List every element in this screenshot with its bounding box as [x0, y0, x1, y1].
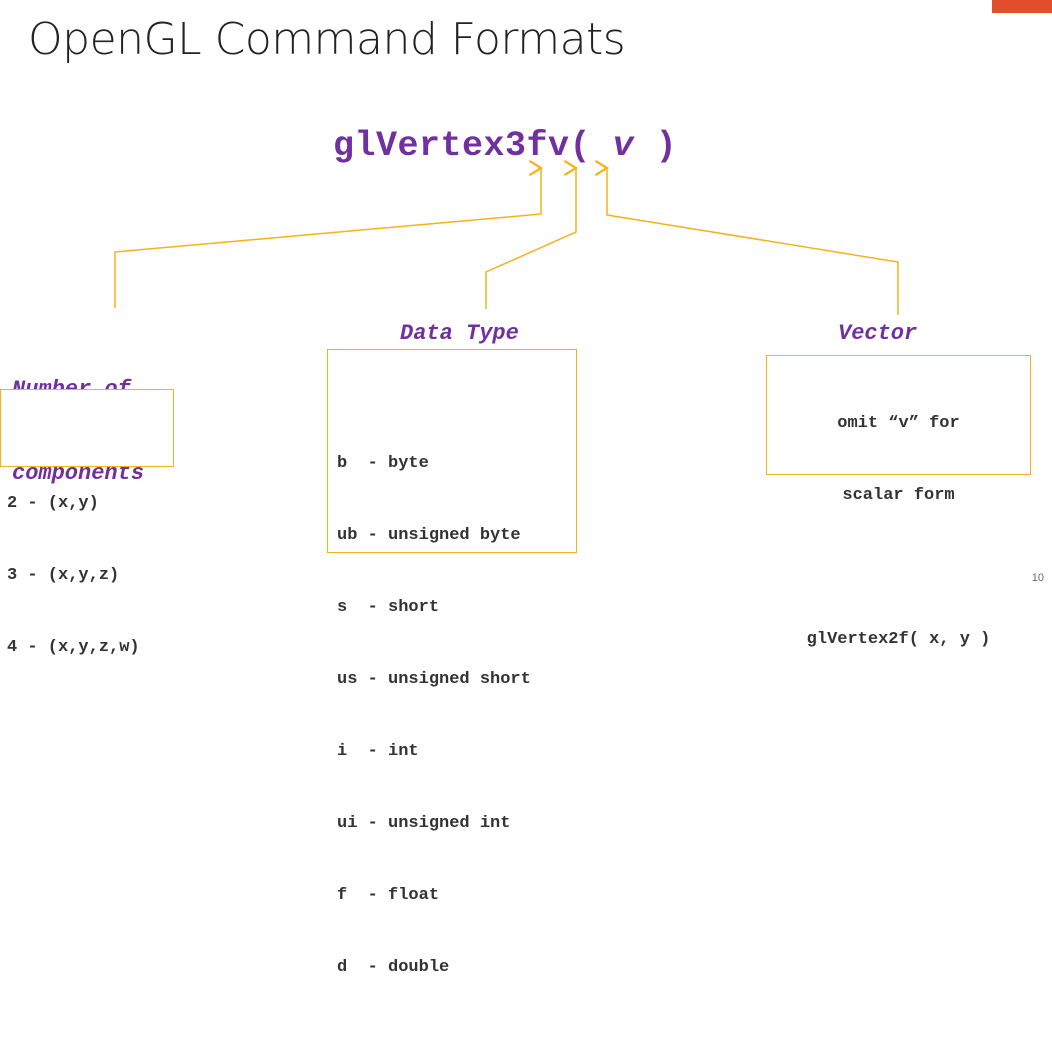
data-type-item: ub - unsigned byte: [337, 526, 521, 545]
vector-example: glVertex2f( x, y ): [806, 630, 991, 649]
data-type-item: f - float: [337, 886, 440, 905]
data-type-box: b - byte ub - unsigned byte s - short us…: [327, 349, 577, 977]
data-type-item: b - byte: [337, 454, 429, 473]
page-number: 10: [1031, 572, 1044, 584]
components-item: 3 - (x,y,z): [7, 566, 120, 585]
vector-note-line1: omit “v” for: [837, 414, 960, 433]
data-type-item: i - int: [337, 742, 419, 761]
vector-box: omit “v” for scalar form glVertex2f( x, …: [766, 355, 1031, 649]
data-type-connector: [485, 168, 576, 309]
vector-note-line2: scalar form: [842, 486, 955, 505]
components-connector: [114, 168, 541, 308]
components-item: 2 - (x,y): [7, 494, 99, 513]
vector-connector: [607, 168, 899, 315]
vector-label: Vector: [838, 321, 918, 346]
data-type-item: ui - unsigned int: [337, 814, 511, 833]
components-box: 2 - (x,y) 3 - (x,y,z) 4 - (x,y,z,w): [0, 389, 174, 657]
data-type-label: Data Type: [400, 321, 519, 346]
data-type-item: s - short: [337, 598, 440, 617]
components-item: 4 - (x,y,z,w): [7, 638, 140, 657]
data-type-item: d - double: [337, 958, 450, 977]
data-type-item: us - unsigned short: [337, 670, 531, 689]
